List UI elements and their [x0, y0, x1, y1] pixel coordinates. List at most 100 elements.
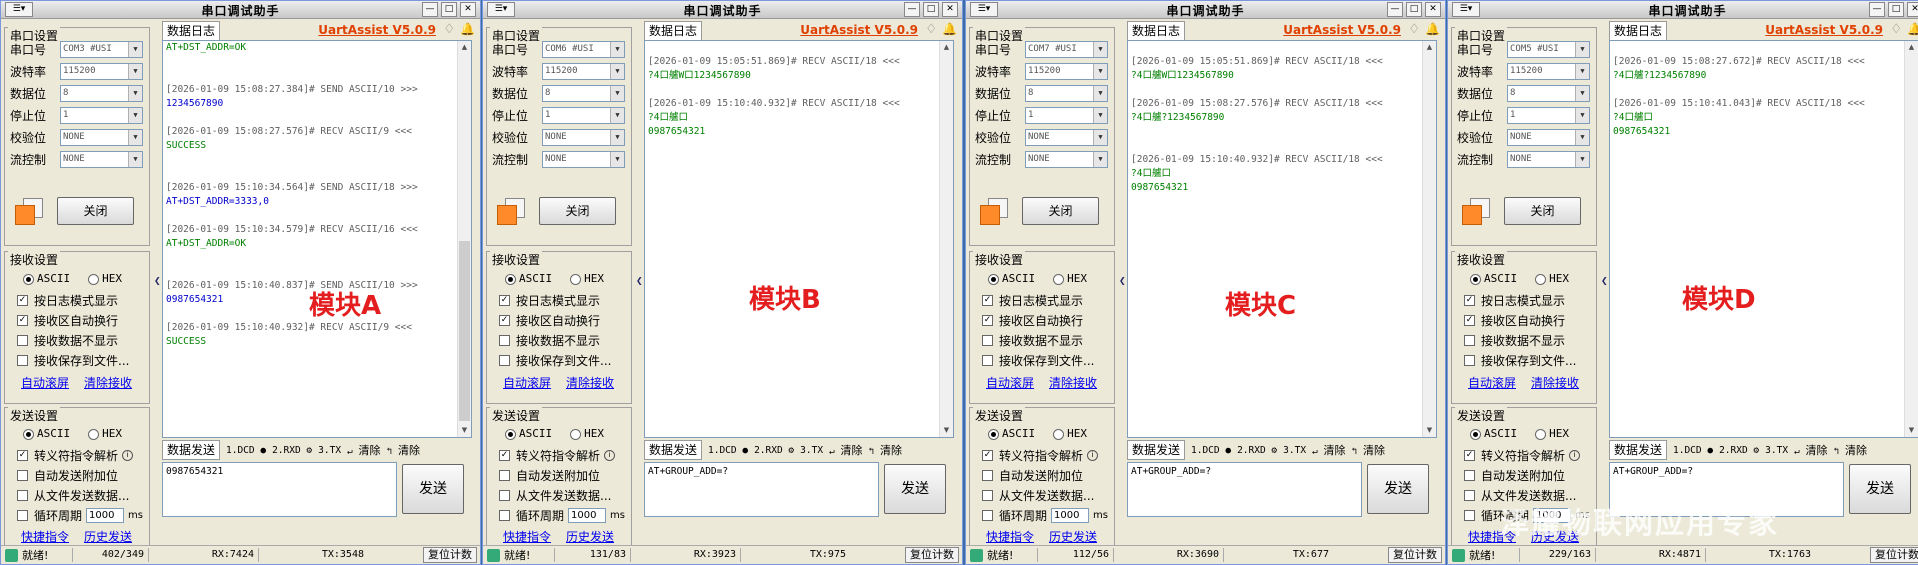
- brand-link[interactable]: UartAssist V5.0.9: [318, 23, 436, 37]
- brand-link[interactable]: UartAssist V5.0.9: [1283, 23, 1401, 37]
- scroll-down-icon[interactable]: ▼: [458, 424, 471, 437]
- send-button[interactable]: 发送: [402, 464, 464, 514]
- close-port-button[interactable]: 关闭: [1022, 197, 1099, 225]
- cycle-input[interactable]: 1000: [86, 508, 125, 523]
- log-scrollbar[interactable]: ▲ ▼: [1904, 41, 1918, 437]
- scroll-up-icon[interactable]: ▲: [458, 41, 471, 54]
- save-file-checkbox[interactable]: 接收保存到文件...: [17, 352, 129, 369]
- reset-count-button[interactable]: 复位计数: [1870, 547, 1918, 563]
- shortcut-link[interactable]: 快捷指令: [21, 528, 69, 545]
- parity-select[interactable]: NONE ▼: [1025, 129, 1108, 146]
- send-ascii-radio[interactable]: ASCII: [505, 427, 552, 440]
- chevron-down-icon[interactable]: ▼: [1575, 108, 1589, 123]
- title-bar[interactable]: ☰▾ 串口调试助手 — □ ✕: [966, 1, 1445, 19]
- escape-checkbox[interactable]: ✓ 转义符指令解析 i: [1464, 447, 1581, 464]
- tab-data-log[interactable]: 数据日志: [644, 21, 702, 41]
- tab-data-log[interactable]: 数据日志: [162, 21, 220, 41]
- port-select[interactable]: COM5 #USI ▼: [1507, 41, 1590, 58]
- port-select[interactable]: COM6 #USI ▼: [542, 41, 625, 58]
- no-show-checkbox[interactable]: 接收数据不显示: [982, 332, 1083, 349]
- brand-link[interactable]: UartAssist V5.0.9: [800, 23, 918, 37]
- auto-append-checkbox[interactable]: 自动发送附加位: [1464, 467, 1565, 484]
- send-hex-radio[interactable]: HEX: [570, 427, 604, 440]
- tab-data-log[interactable]: 数据日志: [1609, 21, 1667, 41]
- diamond-icon[interactable]: ♢: [925, 22, 937, 37]
- scroll-up-icon[interactable]: ▲: [940, 41, 953, 54]
- chevron-down-icon[interactable]: ▼: [128, 130, 142, 145]
- bell-icon[interactable]: 🔔: [460, 22, 475, 36]
- close-port-button[interactable]: 关闭: [57, 197, 134, 225]
- chevron-down-icon[interactable]: ▼: [610, 64, 624, 79]
- recv-ascii-radio[interactable]: ASCII: [1470, 272, 1517, 285]
- recv-ascii-radio[interactable]: ASCII: [23, 272, 70, 285]
- databits-select[interactable]: 8 ▼: [542, 85, 625, 102]
- recv-hex-radio[interactable]: HEX: [88, 272, 122, 285]
- clear-recv-link[interactable]: 清除接收: [84, 374, 132, 391]
- baud-select[interactable]: 115200 ▼: [60, 63, 143, 80]
- parity-select[interactable]: NONE ▼: [60, 129, 143, 146]
- send-ascii-radio[interactable]: ASCII: [988, 427, 1035, 440]
- no-show-checkbox[interactable]: 接收数据不显示: [1464, 332, 1565, 349]
- log-area[interactable]: [2026-01-09 15:08:27.672]# RECV ASCII/18…: [1609, 40, 1918, 438]
- scroll-down-icon[interactable]: ▼: [1905, 424, 1918, 437]
- chevron-down-icon[interactable]: ▼: [1093, 152, 1107, 167]
- recv-hex-radio[interactable]: HEX: [570, 272, 604, 285]
- send-hex-radio[interactable]: HEX: [1053, 427, 1087, 440]
- chevron-down-icon[interactable]: ▼: [128, 42, 142, 57]
- chevron-down-icon[interactable]: ▼: [1575, 86, 1589, 101]
- clear-all-button[interactable]: ↰ 清除: [1352, 442, 1385, 458]
- scroll-up-icon[interactable]: ▲: [1905, 41, 1918, 54]
- tab-data-send[interactable]: 数据发送: [1127, 440, 1185, 460]
- chevron-down-icon[interactable]: ▼: [610, 108, 624, 123]
- baud-select[interactable]: 115200 ▼: [1025, 63, 1108, 80]
- bell-icon[interactable]: 🔔: [1907, 22, 1918, 36]
- chevron-down-icon[interactable]: ▼: [610, 86, 624, 101]
- log-area[interactable]: [2026-01-09 15:05:51.869]# RECV ASCII/18…: [1127, 40, 1437, 438]
- auto-append-checkbox[interactable]: 自动发送附加位: [982, 467, 1083, 484]
- chevron-down-icon[interactable]: ▼: [1575, 152, 1589, 167]
- clear-recv-link[interactable]: 清除接收: [1531, 374, 1579, 391]
- history-link[interactable]: 历史发送: [566, 528, 614, 545]
- tab-data-send[interactable]: 数据发送: [1609, 440, 1667, 460]
- databits-select[interactable]: 8 ▼: [1507, 85, 1590, 102]
- info-icon[interactable]: i: [1569, 450, 1581, 461]
- recv-ascii-radio[interactable]: ASCII: [505, 272, 552, 285]
- chevron-down-icon[interactable]: ▼: [610, 130, 624, 145]
- log-area[interactable]: AT+DST_ADDR=OK [2026-01-09 15:08:27.384]…: [162, 40, 472, 438]
- cycle-input[interactable]: 1000: [568, 508, 607, 523]
- chevron-down-icon[interactable]: ▼: [1093, 64, 1107, 79]
- auto-wrap-checkbox[interactable]: ✓ 接收区自动换行: [17, 312, 118, 329]
- maximize-icon[interactable]: □: [923, 2, 939, 17]
- close-icon[interactable]: ✕: [942, 2, 958, 17]
- log-mode-checkbox[interactable]: ✓ 按日志模式显示: [1464, 292, 1565, 309]
- recv-ascii-radio[interactable]: ASCII: [988, 272, 1035, 285]
- save-file-checkbox[interactable]: 接收保存到文件...: [499, 352, 611, 369]
- escape-checkbox[interactable]: ✓ 转义符指令解析 i: [17, 447, 134, 464]
- history-link[interactable]: 历史发送: [84, 528, 132, 545]
- clear-all-button[interactable]: ↰ 清除: [1834, 442, 1867, 458]
- send-button[interactable]: 发送: [1849, 464, 1911, 514]
- chevron-down-icon[interactable]: ▼: [1093, 86, 1107, 101]
- clear-all-button[interactable]: ↰ 清除: [387, 442, 420, 458]
- chevron-down-icon[interactable]: ▼: [610, 152, 624, 167]
- chevron-down-icon[interactable]: ▼: [1575, 130, 1589, 145]
- cycle-checkbox[interactable]: 循环周期 1000 ms: [499, 507, 625, 524]
- close-icon[interactable]: ✕: [460, 2, 476, 17]
- shortcut-link[interactable]: 快捷指令: [986, 528, 1034, 545]
- title-bar[interactable]: ☰▾ 串口调试助手 — □ ✕: [483, 1, 962, 19]
- reset-count-button[interactable]: 复位计数: [905, 547, 959, 563]
- flow-select[interactable]: NONE ▼: [542, 151, 625, 168]
- send-ascii-radio[interactable]: ASCII: [1470, 427, 1517, 440]
- minimize-icon[interactable]: —: [904, 2, 920, 17]
- info-icon[interactable]: i: [604, 450, 616, 461]
- info-icon[interactable]: i: [122, 450, 134, 461]
- bell-icon[interactable]: 🔔: [942, 22, 957, 36]
- chevron-down-icon[interactable]: ▼: [1093, 130, 1107, 145]
- chevron-down-icon[interactable]: ▼: [128, 108, 142, 123]
- stopbits-select[interactable]: 1 ▼: [60, 107, 143, 124]
- baud-select[interactable]: 115200 ▼: [1507, 63, 1590, 80]
- info-icon[interactable]: i: [1087, 450, 1099, 461]
- stopbits-select[interactable]: 1 ▼: [542, 107, 625, 124]
- tab-data-log[interactable]: 数据日志: [1127, 21, 1185, 41]
- databits-select[interactable]: 8 ▼: [1025, 85, 1108, 102]
